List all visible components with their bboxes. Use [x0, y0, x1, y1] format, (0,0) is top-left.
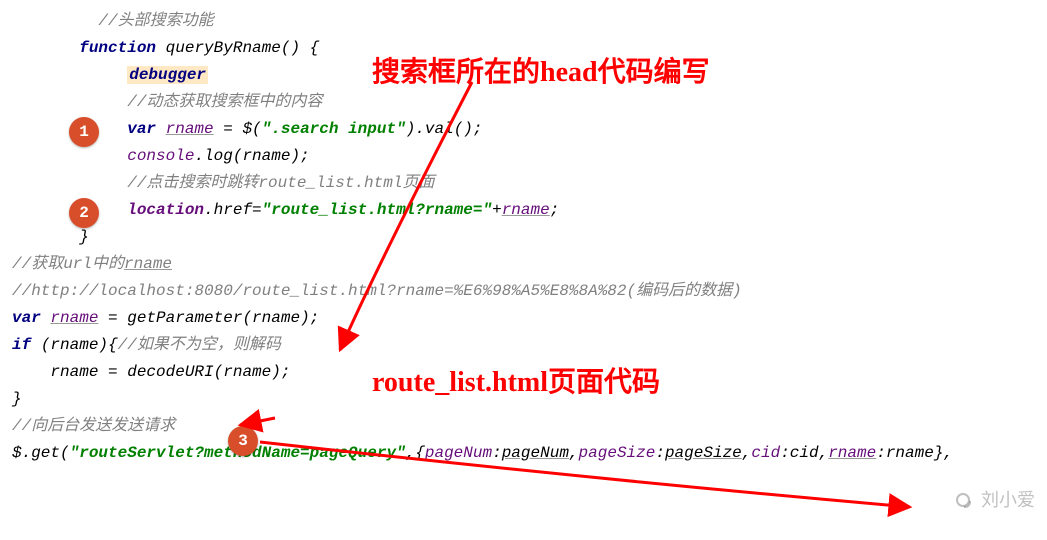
text: :: [655, 444, 665, 462]
brace: }: [79, 228, 89, 246]
text: +: [492, 201, 502, 219]
text: ;: [550, 201, 560, 219]
kw-var: var: [127, 120, 165, 138]
comment: //如果不为空，则解码: [118, 336, 281, 354]
wechat-icon: [956, 493, 970, 507]
comment-rname: rname: [124, 255, 172, 273]
val-pageSize: pageSize: [665, 444, 742, 462]
text: () {: [281, 39, 319, 57]
kw-function: function: [79, 39, 156, 57]
text: :cid,: [780, 444, 828, 462]
fn-name: queryByRname: [156, 39, 281, 57]
var-rname: rname: [166, 120, 214, 138]
annotation-head: 搜索框所在的head代码编写: [372, 50, 710, 90]
kw-var: var: [12, 309, 50, 327]
text: (rname);: [214, 363, 291, 381]
text: rname =: [50, 363, 127, 381]
string: "route_list.html?rname=": [262, 201, 492, 219]
comment: //获取url中的: [12, 255, 124, 273]
fn-decodeURI: decodeURI: [127, 363, 213, 381]
watermark-text: 刘小爱: [981, 492, 1035, 512]
text: (rname);: [242, 309, 319, 327]
text: ,: [569, 444, 579, 462]
text: :rname},: [876, 444, 953, 462]
text: :: [492, 444, 502, 462]
key-pageNum: pageNum: [425, 444, 492, 462]
text: =: [98, 309, 127, 327]
kw-debugger: debugger: [127, 66, 208, 84]
brace: }: [12, 390, 22, 408]
fn-getParameter: getParameter: [127, 309, 242, 327]
kw-if: if: [12, 336, 41, 354]
val-pageNum: pageNum: [502, 444, 569, 462]
badge-3: 3: [228, 426, 258, 456]
text: .href=: [204, 201, 262, 219]
comment: //动态获取搜索框中的内容: [127, 93, 322, 111]
text: (rname){: [41, 336, 118, 354]
comment: //头部搜索功能: [98, 12, 213, 30]
location: location: [127, 201, 204, 219]
annotation-routelist: route_list.html页面代码: [372, 360, 660, 400]
key-cid: cid: [751, 444, 780, 462]
text: .log(rname);: [194, 147, 309, 165]
console: console: [127, 147, 194, 165]
key-rname: rname: [828, 444, 876, 462]
text: ,: [742, 444, 752, 462]
text: ,{: [406, 444, 425, 462]
var-rname: rname: [50, 309, 98, 327]
var-rname: rname: [502, 201, 550, 219]
comment-url: //http://localhost:8080/route_list.html?…: [12, 282, 742, 300]
text: $.get(: [12, 444, 70, 462]
watermark: 刘小爱: [956, 486, 1035, 512]
key-pageSize: pageSize: [579, 444, 656, 462]
comment: //点击搜索时跳转route_list.html页面: [127, 174, 434, 192]
string: ".search input": [262, 120, 406, 138]
text: = $(: [214, 120, 262, 138]
comment: //向后台发送发送请求: [12, 417, 175, 435]
text: ).val();: [406, 120, 483, 138]
badge-1: 1: [69, 117, 99, 147]
badge-2: 2: [69, 198, 99, 228]
